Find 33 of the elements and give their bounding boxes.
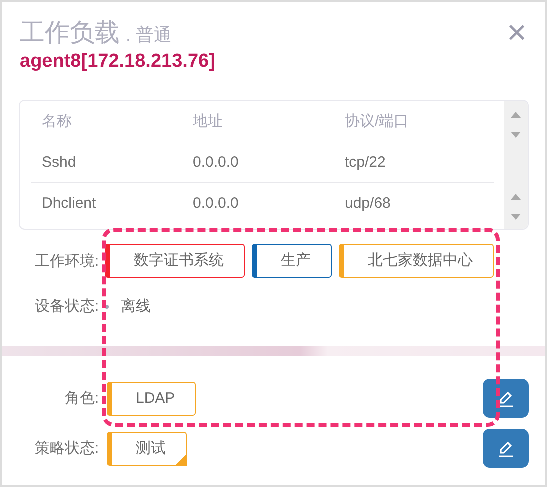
corner-mark-icon <box>175 454 187 466</box>
table-cell-text: Sshd <box>41 154 78 170</box>
column-header: 协议/端口 <box>344 112 410 131</box>
edit-button[interactable] <box>483 379 529 418</box>
table-cell-text: 0.0.0.0 <box>192 195 240 212</box>
scroll-down-icon[interactable] <box>510 131 522 139</box>
field-label: 角色: <box>64 389 99 408</box>
tag: 生产 <box>252 244 332 278</box>
edit-button[interactable] <box>483 429 529 468</box>
tag: 测试 <box>107 432 187 466</box>
field-label: 工作环境: <box>34 252 99 270</box>
tag: 北七家数据中心 <box>339 244 494 278</box>
pencil-icon <box>497 390 515 408</box>
tag: 数字证书系统 <box>105 244 245 278</box>
scrollbar[interactable] <box>504 101 528 229</box>
field-label: 设备状态: <box>34 297 99 316</box>
close-button[interactable]: × <box>507 20 527 46</box>
field-label: 策略状态: <box>34 439 99 458</box>
tag: LDAP <box>107 382 196 416</box>
dialog-title: 工作负载 <box>20 18 120 49</box>
table-cell-text: Dhclient <box>41 195 98 212</box>
table-cell-text: tcp/22 <box>344 154 387 170</box>
scroll-down-icon[interactable] <box>510 213 522 221</box>
table-cell-text: 0.0.0.0 <box>192 154 240 170</box>
table-cell-text: udp/68 <box>344 195 392 212</box>
pencil-icon <box>497 440 515 458</box>
scroll-up-icon[interactable] <box>510 111 522 119</box>
column-header: 名称 <box>41 112 73 131</box>
column-header: 地址 <box>192 112 224 131</box>
agent-name: agent8[172.18.213.76] <box>20 51 216 73</box>
dialog-subtitle: . 普通 <box>126 24 172 47</box>
status-text: 离线 <box>121 297 151 316</box>
scroll-up-icon[interactable] <box>510 193 522 201</box>
